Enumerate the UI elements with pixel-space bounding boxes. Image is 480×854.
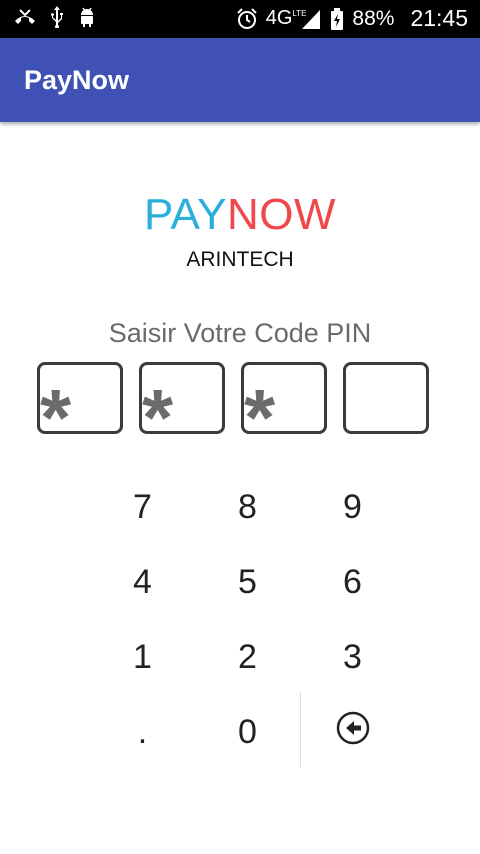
pin-digit-mask: * [142,373,174,434]
key-9[interactable]: 9 [300,470,405,545]
backspace-button[interactable] [300,695,405,770]
missed-call-icon [14,9,36,25]
key-5[interactable]: 5 [195,545,300,620]
battery-level: 88% [352,6,395,30]
battery-icon [330,7,344,30]
key-8[interactable]: 8 [195,470,300,545]
logo-now: NOW [226,190,337,239]
android-icon [78,7,96,27]
key-7[interactable]: 7 [90,470,195,545]
key-0[interactable]: 0 [195,695,300,770]
logo-pay: PAY [143,190,227,239]
pin-prompt: Saisir Votre Code PIN [108,318,372,348]
pin-box-4[interactable] [343,362,429,434]
key-2[interactable]: 2 [195,620,300,695]
alarm-icon [236,7,258,30]
key-1[interactable]: 1 [90,620,195,695]
app-bar: PayNow [0,38,480,122]
pin-box-1[interactable]: * [37,362,123,434]
keypad-divider [300,692,301,767]
key-3[interactable]: 3 [300,620,405,695]
clock: 21:45 [410,5,468,31]
app-title: PayNow [24,65,130,95]
key-6[interactable]: 6 [300,545,405,620]
company-name: ARINTECH [186,248,294,271]
pin-entry: * * * [37,362,429,434]
usb-icon [50,6,64,28]
pin-digit-mask: * [40,373,72,434]
pin-box-2[interactable]: * [139,362,225,434]
key-4[interactable]: 4 [90,545,195,620]
key-decimal[interactable]: . [90,695,195,770]
pin-digit-mask: * [244,373,276,434]
network-type: 4G LTE [265,7,307,29]
paynow-logo: PAYNOW [0,190,480,240]
status-bar: 4G LTE 88% 21:45 [0,0,480,38]
pin-box-3[interactable]: * [241,362,327,434]
backspace-icon [335,710,371,755]
